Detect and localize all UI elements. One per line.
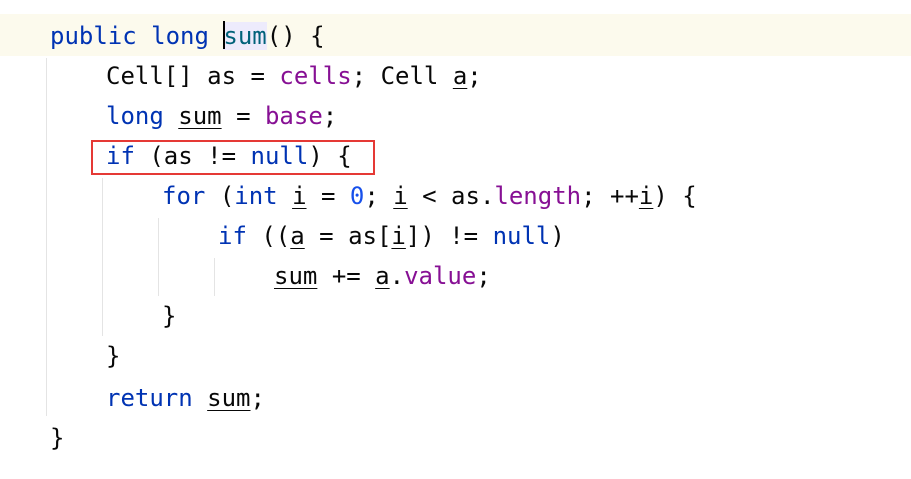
punctuation: ;: [351, 62, 367, 90]
keyword: if: [218, 222, 247, 250]
variable: sum: [207, 384, 251, 412]
code-line-9[interactable]: }: [106, 336, 120, 376]
code-text: < as.: [422, 182, 495, 210]
punctuation: ): [550, 222, 565, 250]
punctuation: (: [219, 182, 235, 210]
type-name: Cell: [380, 62, 439, 90]
punctuation: ((: [261, 222, 291, 250]
code-line-5[interactable]: for (int i = 0; i < as.length; ++i) {: [162, 176, 697, 216]
code-text: ]) !=: [405, 222, 479, 250]
field: value: [404, 262, 477, 290]
annotation-highlight-box: [91, 140, 375, 175]
operator: =: [320, 182, 336, 210]
keyword: return: [106, 384, 193, 412]
punctuation: ;: [250, 384, 265, 412]
variable: sum: [178, 102, 222, 130]
indent-guide: [214, 258, 215, 296]
keyword: long: [106, 102, 164, 130]
closing-brace: }: [50, 424, 65, 452]
method-name[interactable]: sum: [223, 22, 267, 50]
keyword: long: [151, 22, 209, 50]
code-line-10[interactable]: return sum;: [106, 378, 265, 418]
variable: sum: [274, 262, 318, 290]
punctuation: ;: [364, 182, 379, 210]
operator: =: [236, 102, 251, 130]
number-literal: 0: [349, 182, 365, 210]
indent-guide: [158, 218, 159, 296]
code-text: () {: [266, 22, 325, 50]
code-line-7[interactable]: sum += a.value;: [274, 256, 491, 296]
variable: i: [638, 182, 654, 210]
field: base: [264, 102, 323, 130]
code-line-1[interactable]: public long sum() {: [50, 16, 325, 56]
code-line-6[interactable]: if ((a = as[i]) != null): [218, 216, 565, 256]
variable: i: [292, 182, 307, 210]
variable: i: [391, 222, 406, 250]
code-text: ; ++: [581, 182, 639, 210]
keyword: int: [234, 182, 278, 210]
code-line-3[interactable]: long sum = base;: [106, 96, 337, 136]
punctuation: ;: [476, 262, 491, 290]
text-caret: [223, 21, 226, 49]
keyword: public: [50, 22, 137, 50]
variable: a: [375, 262, 390, 290]
field: cells: [279, 62, 352, 90]
punctuation: ;: [467, 62, 482, 90]
variable: i: [393, 182, 408, 210]
punctuation: .: [389, 262, 405, 290]
keyword: for: [162, 182, 206, 210]
code-text: ) {: [653, 182, 697, 210]
code-editor[interactable]: public long sum() { Cell[] as = cells; C…: [0, 0, 911, 479]
operator: +=: [331, 262, 361, 290]
indent-guide: [46, 58, 47, 416]
indent-guide: [102, 178, 103, 336]
closing-brace: }: [162, 302, 177, 330]
closing-brace: }: [106, 342, 121, 370]
punctuation: ;: [322, 102, 338, 130]
variable: a: [452, 62, 468, 90]
code-line-2[interactable]: Cell[] as = cells; Cell a;: [106, 56, 482, 96]
variable: as: [207, 62, 237, 90]
keyword: null: [492, 222, 551, 250]
code-line-11[interactable]: }: [50, 418, 64, 458]
code-line-8[interactable]: }: [162, 296, 176, 336]
code-text: = as[: [319, 222, 392, 250]
type-name: Cell[]: [106, 62, 193, 90]
operator: =: [250, 62, 265, 90]
variable: a: [290, 222, 305, 250]
field: length: [494, 182, 582, 210]
